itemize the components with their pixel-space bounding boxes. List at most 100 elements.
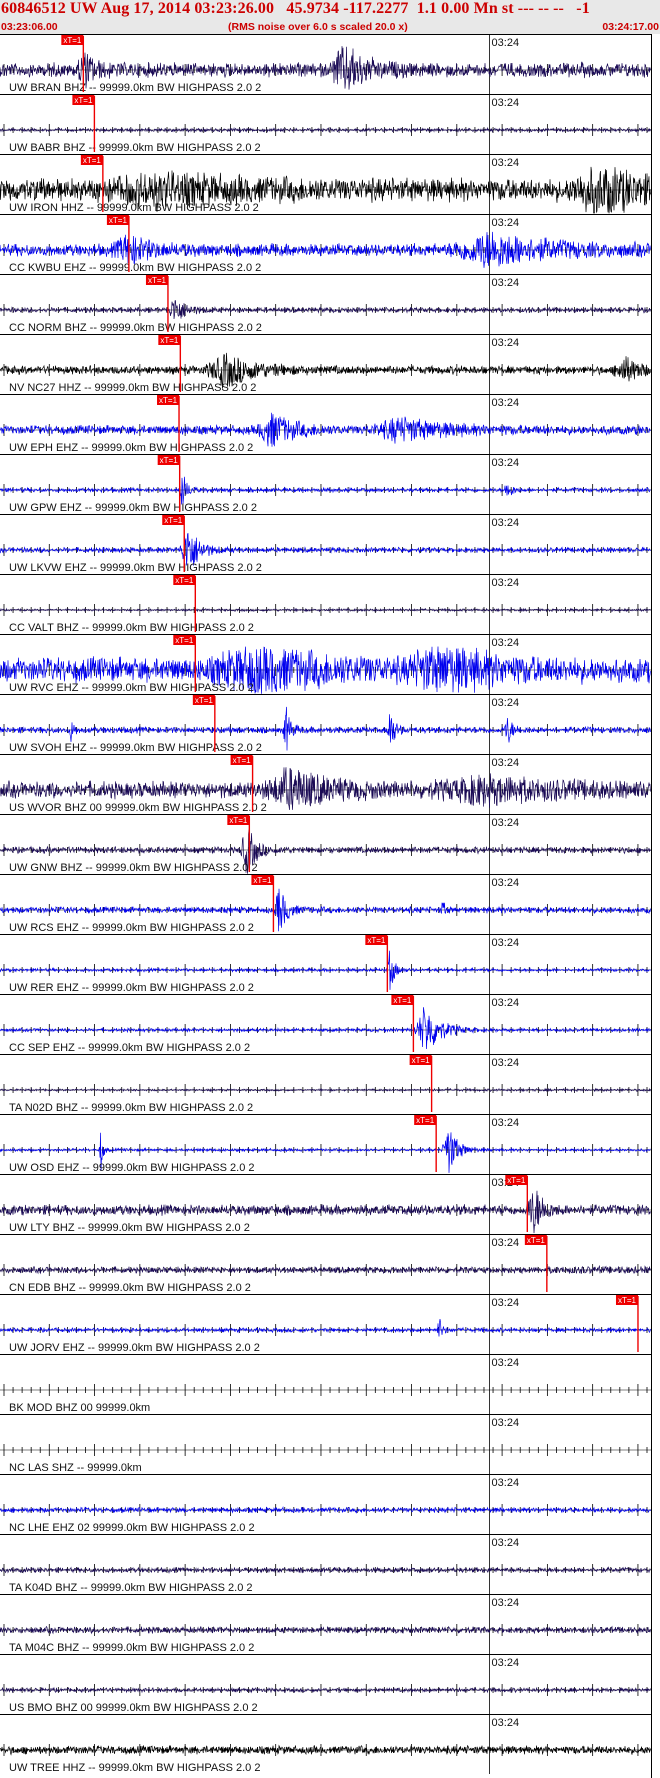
minute-label: 03:24 bbox=[492, 637, 520, 649]
minute-label: 03:24 bbox=[492, 1477, 520, 1489]
station-label: NC LHE EHZ 02 99999.0km BW HIGHPASS 2.0 … bbox=[9, 1522, 255, 1534]
trace-panel: 03:24 UW RVC EHZ -- 99999.0km BW HIGHPASS… bbox=[0, 634, 651, 694]
station-label: UW BABR BHZ -- 99999.0km BW HIGHPASS 2.0… bbox=[9, 142, 261, 154]
trace-panel: 03:24 CC SEP EHZ -- 99999.0km BW HIGHPASS… bbox=[0, 994, 651, 1054]
minute-label: 03:24 bbox=[492, 217, 520, 229]
header-bar: 60846512 UW Aug 17, 2014 03:23:26.00 45.… bbox=[0, 0, 660, 34]
minute-label: 03:24 bbox=[492, 517, 520, 529]
minute-label: 03:24 bbox=[492, 1117, 520, 1129]
station-label: UW RVC EHZ -- 99999.0km BW HIGHPASS 2.0 … bbox=[9, 682, 254, 694]
pick-label: xT=1 bbox=[233, 756, 252, 765]
station-label: CN EDB BHZ -- 99999.0km BW HIGHPASS 2.0 … bbox=[9, 1282, 251, 1294]
pick-label: xT=1 bbox=[148, 276, 167, 285]
trace-panel: 03:24 BK MOD BHZ 00 99999.0km bbox=[0, 1354, 651, 1414]
station-label: UW OSD EHZ -- 99999.0km BW HIGHPASS 2.0 … bbox=[9, 1162, 255, 1174]
pick-label: xT=1 bbox=[412, 1056, 431, 1065]
minute-label: 03:24 bbox=[492, 1537, 520, 1549]
station-label: UW GNW BHZ -- 99999.0km BW HIGHPASS 2.0 … bbox=[9, 862, 258, 874]
minute-label: 03:24 bbox=[492, 577, 520, 589]
station-label: UW BRAN BHZ -- 99999.0km BW HIGHPASS 2.0… bbox=[9, 82, 261, 94]
minute-label: 03:24 bbox=[492, 277, 520, 289]
pick-label: xT=1 bbox=[63, 36, 82, 45]
pick-label: xT=1 bbox=[83, 156, 102, 165]
trace-panel: 03:24 NC LHE EHZ 02 99999.0km BW HIGHPASS… bbox=[0, 1474, 651, 1534]
station-label: UW TREE HHZ -- 99999.0km BW HIGHPASS 2.0… bbox=[9, 1762, 260, 1774]
trace-panel: 03:24 UW OSD EHZ -- 99999.0km BW HIGHPASS… bbox=[0, 1114, 651, 1174]
pick-label: xT=1 bbox=[160, 336, 179, 345]
station-label: TA N02D BHZ -- 99999.0km BW HIGHPASS 2.0… bbox=[9, 1102, 253, 1114]
station-label: TA M04C BHZ -- 99999.0km BW HIGHPASS 2.0… bbox=[9, 1642, 254, 1654]
station-label: UW RER EHZ -- 99999.0km BW HIGHPASS 2.0 … bbox=[9, 982, 254, 994]
minute-label: 03:24 bbox=[492, 1057, 520, 1069]
minute-label: 03:24 bbox=[492, 1417, 520, 1429]
pick-label: xT=1 bbox=[164, 516, 183, 525]
pick-label: xT=1 bbox=[507, 1176, 526, 1185]
station-label: UW IRON HHZ -- 99999.0km BW HIGHPASS 2.0… bbox=[9, 202, 259, 214]
trace-panel: 03:24 UW GNW BHZ -- 99999.0km BW HIGHPASS… bbox=[0, 814, 651, 874]
minute-label: 03:24 bbox=[492, 1597, 520, 1609]
trace-panel: 03:24 UW RER EHZ -- 99999.0km BW HIGHPASS… bbox=[0, 934, 651, 994]
minute-label: 03:24 bbox=[492, 877, 520, 889]
trace-panel: 03:24 CC VALT BHZ -- 99999.0km BW HIGHPAS… bbox=[0, 574, 651, 634]
minute-label: 03:24 bbox=[492, 1237, 520, 1249]
waveform-trace bbox=[0, 532, 651, 566]
station-label: TA K04D BHZ -- 99999.0km BW HIGHPASS 2.0… bbox=[9, 1582, 253, 1594]
minute-label: 03:24 bbox=[492, 397, 520, 409]
trace-panel: 03:24 UW GPW EHZ -- 99999.0km BW HIGHPASS… bbox=[0, 454, 651, 514]
trace-panel: 03:24 CC KWBU EHZ -- 99999.0km BW HIGHPAS… bbox=[0, 214, 651, 274]
station-label: UW GPW EHZ -- 99999.0km BW HIGHPASS 2.0 … bbox=[9, 502, 257, 514]
trace-panel: 03:24 US BMO BHZ 00 99999.0km BW HIGHPASS… bbox=[0, 1654, 651, 1714]
pick-label: xT=1 bbox=[253, 876, 272, 885]
waveform-trace bbox=[0, 300, 651, 320]
pick-label: xT=1 bbox=[159, 396, 178, 405]
trace-panel: 03:24 NC LAS SHZ -- 99999.0km bbox=[0, 1414, 651, 1474]
station-label: CC KWBU EHZ -- 99999.0km BW HIGHPASS 2.0… bbox=[9, 262, 261, 274]
trace-panel: 03:24 NV NC27 HHZ -- 99999.0km BW HIGHPAS… bbox=[0, 334, 651, 394]
minute-label: 03:24 bbox=[492, 997, 520, 1009]
trace-panel: 03:24 CC NORM BHZ -- 99999.0km BW HIGHPAS… bbox=[0, 274, 651, 334]
pick-label: xT=1 bbox=[393, 996, 412, 1005]
minute-label: 03:24 bbox=[492, 1717, 520, 1729]
end-time: 03:24:17.00 bbox=[602, 21, 659, 33]
trace-panel: 03:24 TA K04D BHZ -- 99999.0km BW HIGHPAS… bbox=[0, 1534, 651, 1594]
minute-label: 03:24 bbox=[492, 937, 520, 949]
minute-label: 03:24 bbox=[492, 1297, 520, 1309]
minute-label: 03:24 bbox=[492, 97, 520, 109]
station-label: UW JORV EHZ -- 99999.0km BW HIGHPASS 2.0… bbox=[9, 1342, 260, 1354]
seismogram-plot: 03:24 UW BRAN BHZ -- 99999.0km BW HIGHPAS… bbox=[0, 34, 652, 1778]
pick-label: xT=1 bbox=[367, 936, 386, 945]
waveform-trace bbox=[0, 476, 651, 505]
pick-label: xT=1 bbox=[175, 636, 194, 645]
waveform-trace bbox=[0, 1625, 651, 1635]
station-label: UW SVOH EHZ -- 99999.0km BW HIGHPASS 2.0… bbox=[9, 742, 262, 754]
minute-label: 03:24 bbox=[492, 457, 520, 469]
trace-panel: 03:24 UW IRON HHZ -- 99999.0km BW HIGHPAS… bbox=[0, 154, 651, 214]
minute-label: 03:24 bbox=[492, 1357, 520, 1369]
trace-panel: 03:24 UW TREE HHZ -- 99999.0km BW HIGHPAS… bbox=[0, 1714, 651, 1774]
station-label: UW RCS EHZ -- 99999.0km BW HIGHPASS 2.0 … bbox=[9, 922, 254, 934]
station-label: NC LAS SHZ -- 99999.0km bbox=[9, 1462, 142, 1474]
station-label: BK MOD BHZ 00 99999.0km bbox=[9, 1402, 150, 1414]
station-label: US WVOR BHZ 00 99999.0km BW HIGHPASS 2.0… bbox=[9, 802, 267, 814]
trace-panel: 03:24 US WVOR BHZ 00 99999.0km BW HIGHPAS… bbox=[0, 754, 651, 814]
station-label: CC SEP EHZ -- 99999.0km BW HIGHPASS 2.0 … bbox=[9, 1042, 250, 1054]
minute-label: 03:24 bbox=[492, 757, 520, 769]
trace-panel: 03:24 CN EDB BHZ -- 99999.0km BW HIGHPASS… bbox=[0, 1234, 651, 1294]
pick-label: xT=1 bbox=[229, 816, 248, 825]
trace-panel: 03:24 UW RCS EHZ -- 99999.0km BW HIGHPASS… bbox=[0, 874, 651, 934]
minute-label: 03:24 bbox=[492, 37, 520, 49]
pick-label: xT=1 bbox=[175, 576, 194, 585]
trace-panel: 03:24 TA M04C BHZ -- 99999.0km BW HIGHPAS… bbox=[0, 1594, 651, 1654]
trace-panel: 03:24 UW LKVW EHZ -- 99999.0km BW HIGHPAS… bbox=[0, 514, 651, 574]
pick-label: xT=1 bbox=[527, 1236, 546, 1245]
station-label: CC VALT BHZ -- 99999.0km BW HIGHPASS 2.0… bbox=[9, 622, 254, 634]
minute-label: 03:24 bbox=[492, 817, 520, 829]
minute-label: 03:24 bbox=[492, 1657, 520, 1669]
trace-panel: 03:24UW LTY BHZ -- 99999.0km BW HIGHPASS… bbox=[0, 1174, 651, 1234]
rms-note: (RMS noise over 6.0 s scaled 20.0 x) bbox=[228, 21, 408, 33]
minute-label: 03:24 bbox=[492, 697, 520, 709]
station-label: CC NORM BHZ -- 99999.0km BW HIGHPASS 2.0… bbox=[9, 322, 262, 334]
station-label: US BMO BHZ 00 99999.0km BW HIGHPASS 2.0 … bbox=[9, 1702, 258, 1714]
start-time: 03:23:06.00 bbox=[1, 21, 58, 33]
trace-panel: 03:24 UW JORV EHZ -- 99999.0km BW HIGHPAS… bbox=[0, 1294, 651, 1354]
